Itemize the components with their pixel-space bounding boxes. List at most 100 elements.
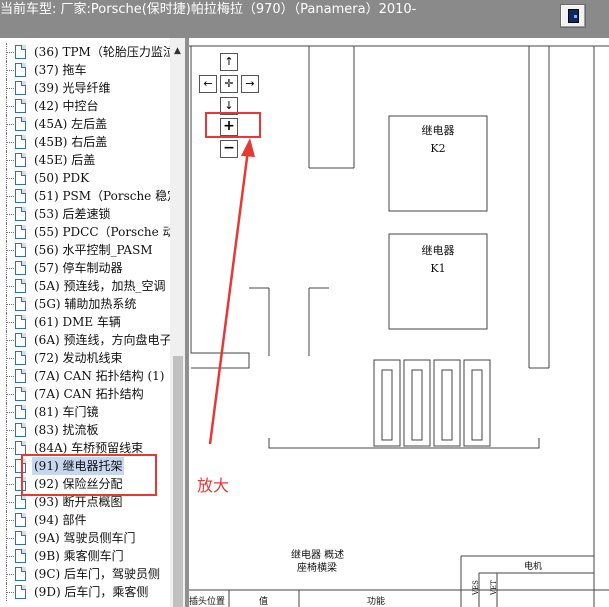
tree-item[interactable]: (39) 光导纤维: [0, 79, 170, 97]
tree-item[interactable]: (81) 车门镜: [0, 403, 170, 421]
tree-branch-line: [6, 106, 14, 107]
tree-item[interactable]: (45E) 后盖: [0, 151, 170, 169]
tree-item[interactable]: (94) 部件: [0, 511, 170, 529]
tree-item-label: (57) 停车制动器: [34, 261, 123, 275]
tree-branch-line: [6, 124, 14, 125]
tree-item-label: (39) 光导纤维: [34, 81, 111, 95]
tree-item-label: (45A) 左后盖: [34, 117, 108, 131]
pan-center-button[interactable]: ✛: [220, 75, 238, 93]
title-bar: 当前车型: 厂家:Porsche(保时捷)帕拉梅拉（970）（Panamera）…: [0, 0, 609, 38]
scrollbar-thumb[interactable]: [173, 356, 183, 607]
document-icon: [15, 225, 26, 239]
tree-branch-line: [6, 502, 14, 503]
wiring-diagram-view[interactable]: 继电器 K2 继电器 K1 继电器 概述 座椅横梁 插头位置 值 功能 电机 V…: [189, 38, 609, 607]
tree-branch-line: [6, 538, 14, 539]
document-icon: [15, 315, 26, 329]
document-icon: [15, 405, 26, 419]
tree-branch-line: [6, 358, 14, 359]
tree-item[interactable]: (72) 发动机线束: [0, 349, 170, 367]
relay-k1-code: K1: [430, 262, 446, 275]
document-icon: [15, 279, 26, 293]
tree-item[interactable]: (7A) CAN 拓扑结构: [0, 385, 170, 403]
tree-item[interactable]: (55) PDCC（Porsche 动力: [0, 223, 170, 241]
document-icon: [15, 441, 26, 455]
tree-item-label: (72) 发动机线束: [34, 351, 123, 365]
tree-item-label: (5G) 辅助加热系统: [34, 297, 137, 311]
pan-right-button[interactable]: →: [241, 75, 259, 93]
document-icon: [15, 297, 26, 311]
fuse-slot: [441, 369, 453, 441]
tree-item-label: (61) DME 车辆: [34, 315, 121, 329]
document-icon: [15, 513, 26, 527]
tree-item[interactable]: (50) PDK: [0, 169, 170, 187]
circuit-tree[interactable]: (36) TPM（轮胎压力监泣 (37) 拖车 (39) 光导纤维 (42) 中控台 (…: [0, 38, 170, 607]
document-icon: [15, 243, 26, 257]
tree-branch-line: [6, 556, 14, 557]
tree-item[interactable]: (83) 扰流板: [0, 421, 170, 439]
zoom-out-button[interactable]: −: [220, 140, 238, 158]
tree-item-label: (37) 拖车: [34, 63, 87, 77]
tree-item[interactable]: (61) DME 车辆: [0, 313, 170, 331]
tree-item[interactable]: (45B) 右后盖: [0, 133, 170, 151]
document-icon: [15, 153, 26, 167]
document-icon: [15, 369, 26, 383]
tree-item[interactable]: (57) 停车制动器: [0, 259, 170, 277]
document-icon: [15, 333, 26, 347]
exit-button[interactable]: [560, 4, 586, 28]
zoom-highlight-box: [205, 112, 261, 138]
tree-item-label: (9C) 后车门，驾驶员侧: [34, 567, 160, 581]
tree-item[interactable]: (9B) 乘客侧车门: [0, 547, 170, 565]
tree-item[interactable]: (51) PSM（Porsche 稳定: [0, 187, 170, 205]
fuse-block: [403, 359, 431, 447]
tree-item-label: (55) PDCC（Porsche 动力: [34, 225, 170, 239]
pan-left-button[interactable]: ←: [199, 75, 217, 93]
fuse-block: [373, 359, 401, 447]
tree-branch-line: [6, 412, 14, 413]
tree-item[interactable]: (45A) 左后盖: [0, 115, 170, 133]
relay-k1-label: 继电器 K1: [388, 242, 488, 278]
tree-item[interactable]: (6A) 预连线，方向盘电子: [0, 331, 170, 349]
tree-branch-line: [6, 430, 14, 431]
tree-item[interactable]: (9A) 驾驶员侧车门: [0, 529, 170, 547]
tree-item[interactable]: (53) 后差速锁: [0, 205, 170, 223]
relay-k2-label: 继电器 K2: [388, 122, 488, 158]
document-icon: [15, 549, 26, 563]
fuse-block: [463, 359, 491, 447]
tree-branch-line: [6, 304, 14, 305]
relay-k2-name: 继电器: [421, 124, 455, 137]
tree-item-label: (6A) 预连线，方向盘电子: [34, 333, 170, 347]
document-icon: [15, 189, 26, 203]
tree-branch-line: [6, 340, 14, 341]
tree-item-label: (5A) 预连线，加热_空调: [34, 279, 166, 293]
document-icon: [15, 99, 26, 113]
document-icon: [15, 63, 26, 77]
tree-highlight-box: [21, 454, 157, 496]
pan-up-button[interactable]: ↑: [220, 53, 238, 71]
tree-branch-line: [6, 178, 14, 179]
table-header-connector: 插头位置: [189, 597, 226, 607]
tree-item[interactable]: (5A) 预连线，加热_空调: [0, 277, 170, 295]
tree-item[interactable]: (42) 中控台: [0, 97, 170, 115]
document-icon: [15, 207, 26, 221]
document-icon: [15, 387, 26, 401]
tree-item-label: (45E) 后盖: [34, 153, 96, 167]
tree-item[interactable]: (56) 水平控制_PASM: [0, 241, 170, 259]
tree-branch-line: [6, 376, 14, 377]
tree-branch-line: [6, 232, 14, 233]
tree-item[interactable]: (36) TPM（轮胎压力监泣: [0, 43, 170, 61]
tree-item[interactable]: (37) 拖车: [0, 61, 170, 79]
scroll-up-arrow-icon[interactable]: ▲: [170, 44, 185, 58]
tree-item[interactable]: (5G) 辅助加热系统: [0, 295, 170, 313]
tree-item-label: (9A) 驾驶员侧车门: [34, 531, 136, 545]
document-icon: [15, 351, 26, 365]
tree-branch-line: [6, 592, 14, 593]
diagram-outline-left: [190, 46, 250, 369]
tree-scrollbar[interactable]: ▲: [170, 38, 185, 607]
tree-branch-line: [6, 52, 14, 53]
tree-item[interactable]: (7A) CAN 拓扑结构 (1): [0, 367, 170, 385]
table-header-value: 值: [259, 597, 269, 607]
tree-item[interactable]: (9D) 后车门，乘客侧: [0, 583, 170, 601]
tree-branch-line: [6, 322, 14, 323]
tree-item[interactable]: (9C) 后车门，驾驶员侧: [0, 565, 170, 583]
tree-item-label: (7A) CAN 拓扑结构: [34, 387, 144, 401]
